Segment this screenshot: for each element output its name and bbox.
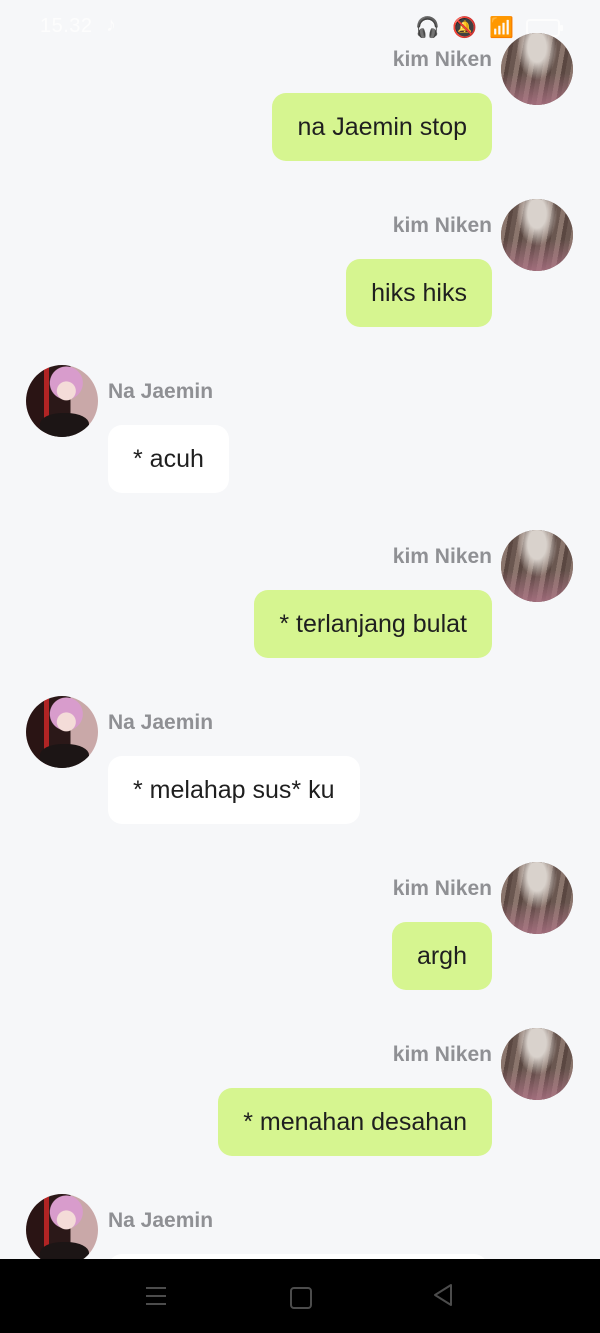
avatar-na-jaemin[interactable] bbox=[26, 1194, 98, 1266]
sender-name: kim Niken bbox=[392, 877, 492, 900]
avatar-kim-niken[interactable] bbox=[501, 530, 573, 602]
message-bubble[interactable]: * menahan desahan bbox=[218, 1088, 492, 1156]
message-bubble[interactable]: hiks hiks bbox=[346, 259, 492, 327]
message-bubble[interactable]: * terlanjang bulat bbox=[254, 590, 492, 658]
message-bubble[interactable]: * melahap sus* ku bbox=[108, 756, 360, 824]
hair-avatar-image bbox=[501, 530, 573, 602]
sender-name: kim Niken bbox=[392, 1043, 492, 1066]
hair-avatar-image bbox=[501, 199, 573, 271]
boy-avatar-image bbox=[26, 696, 98, 768]
avatar-na-jaemin[interactable] bbox=[26, 696, 98, 768]
sender-name: Na Jaemin bbox=[108, 1209, 214, 1232]
sender-name: kim Niken bbox=[392, 214, 492, 237]
avatar-na-jaemin[interactable] bbox=[26, 365, 98, 437]
hair-avatar-image bbox=[501, 1028, 573, 1100]
navigation-bar bbox=[0, 1259, 600, 1333]
home-icon[interactable] bbox=[290, 1287, 312, 1309]
boy-avatar-image bbox=[26, 365, 98, 437]
avatar-kim-niken[interactable] bbox=[501, 33, 573, 105]
avatar-kim-niken[interactable] bbox=[501, 1028, 573, 1100]
mute-icon: 🔕 bbox=[452, 17, 478, 39]
sender-name: Na Jaemin bbox=[108, 711, 214, 734]
avatar-kim-niken[interactable] bbox=[501, 862, 573, 934]
message-bubble[interactable]: na Jaemin stop bbox=[272, 93, 492, 161]
boy-avatar-image bbox=[26, 1194, 98, 1266]
avatar-kim-niken[interactable] bbox=[501, 199, 573, 271]
sender-name: kim Niken bbox=[392, 545, 492, 568]
sender-name: kim Niken bbox=[392, 48, 492, 71]
sender-name: Na Jaemin bbox=[108, 380, 214, 403]
status-time: 15.32 bbox=[40, 15, 93, 37]
hair-avatar-image bbox=[501, 862, 573, 934]
headphones-icon: 🎧 bbox=[415, 17, 441, 39]
menu-icon[interactable] bbox=[146, 1287, 166, 1305]
message-bubble[interactable]: * acuh bbox=[108, 425, 229, 493]
music-note-icon: ♪ bbox=[106, 14, 116, 36]
back-icon[interactable] bbox=[432, 1283, 454, 1307]
hair-avatar-image bbox=[501, 33, 573, 105]
message-bubble[interactable]: argh bbox=[391, 922, 492, 990]
